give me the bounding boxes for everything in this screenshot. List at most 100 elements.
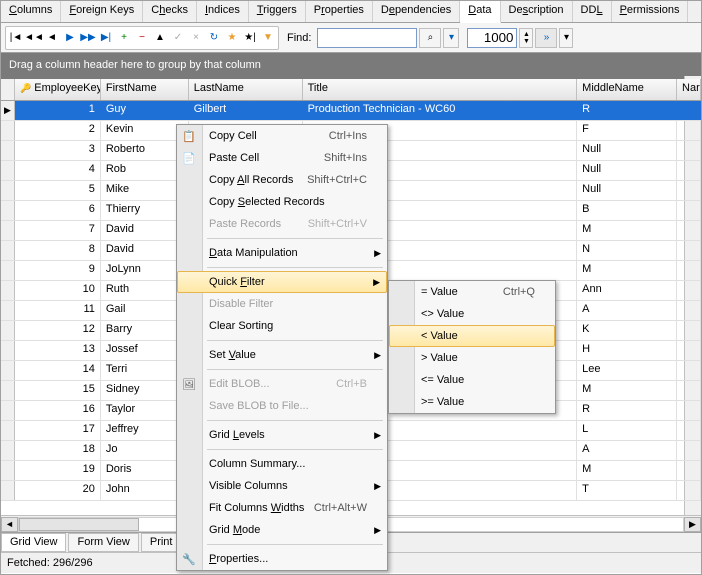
submenu-item-value[interactable]: > Value	[389, 347, 555, 369]
cell-middlename[interactable]: F	[577, 121, 677, 140]
cell-nar[interactable]	[677, 461, 701, 480]
top-tab-indices[interactable]: Indices	[197, 1, 249, 22]
menu-item-copy-selected-records[interactable]: Copy Selected Records	[177, 191, 387, 213]
cell-middlename[interactable]: T	[577, 481, 677, 500]
prev-page-button[interactable]: ◄◄	[25, 28, 43, 48]
cell-key[interactable]: 2	[15, 121, 101, 140]
menu-item-copy-all-records[interactable]: Copy All RecordsShift+Ctrl+C	[177, 169, 387, 191]
cell-nar[interactable]	[677, 161, 701, 180]
find-input[interactable]	[317, 28, 417, 48]
cell-nar[interactable]	[677, 101, 701, 120]
table-row[interactable]: ▶1GuyGilbertProduction Technician - WC60…	[1, 101, 701, 121]
cell-key[interactable]: 3	[15, 141, 101, 160]
cell-middlename[interactable]: H	[577, 341, 677, 360]
submenu-item-value[interactable]: < Value	[389, 325, 555, 347]
cell-middlename[interactable]: Null	[577, 181, 677, 200]
cell-key[interactable]: 15	[15, 381, 101, 400]
menu-item-properties[interactable]: 🔧Properties...	[177, 548, 387, 570]
cell-key[interactable]: 13	[15, 341, 101, 360]
bottom-tab-grid-view[interactable]: Grid View	[1, 533, 66, 552]
top-tab-columns[interactable]: Columns	[1, 1, 61, 22]
cell-nar[interactable]	[677, 341, 701, 360]
menu-item-grid-levels[interactable]: Grid Levels▶	[177, 424, 387, 446]
cell-key[interactable]: 19	[15, 461, 101, 480]
cell-nar[interactable]	[677, 361, 701, 380]
cell-key[interactable]: 11	[15, 301, 101, 320]
cell-key[interactable]: 16	[15, 401, 101, 420]
menu-item-paste-cell[interactable]: 📄Paste CellShift+Ins	[177, 147, 387, 169]
cell-middlename[interactable]: B	[577, 201, 677, 220]
cell-middlename[interactable]: Lee	[577, 361, 677, 380]
cell-key[interactable]: 7	[15, 221, 101, 240]
cell-middlename[interactable]: M	[577, 461, 677, 480]
cell-middlename[interactable]: M	[577, 381, 677, 400]
cell-nar[interactable]	[677, 141, 701, 160]
filter-button[interactable]: ▼	[259, 28, 277, 48]
record-limit-input[interactable]	[467, 28, 517, 48]
column-header-firstname[interactable]: FirstName	[101, 79, 189, 100]
bottom-tab-form-view[interactable]: Form View	[68, 533, 138, 552]
goto-bookmark-button[interactable]: ★|	[241, 28, 259, 48]
cell-nar[interactable]	[677, 421, 701, 440]
cell-nar[interactable]	[677, 201, 701, 220]
cell-nar[interactable]	[677, 261, 701, 280]
cell-middlename[interactable]: N	[577, 241, 677, 260]
bookmark-button[interactable]: ★	[223, 28, 241, 48]
column-header-key[interactable]: 🔑 EmployeeKey	[15, 79, 101, 100]
menu-item-column-summary[interactable]: Column Summary...	[177, 453, 387, 475]
cell-key[interactable]: 17	[15, 421, 101, 440]
cell-nar[interactable]	[677, 221, 701, 240]
cell-key[interactable]: 12	[15, 321, 101, 340]
top-tab-data[interactable]: Data	[460, 1, 500, 23]
submenu-item-value[interactable]: = ValueCtrl+Q	[389, 281, 555, 303]
delete-record-button[interactable]: −	[133, 28, 151, 48]
cell-nar[interactable]	[677, 481, 701, 500]
cell-nar[interactable]	[677, 121, 701, 140]
fetch-next-button[interactable]: »	[535, 28, 557, 48]
menu-item-clear-sorting[interactable]: Clear Sorting	[177, 315, 387, 337]
cell-key[interactable]: 20	[15, 481, 101, 500]
fetch-dropdown-button[interactable]: ▾	[559, 28, 573, 48]
cell-nar[interactable]	[677, 181, 701, 200]
scroll-left-button[interactable]: ◄	[1, 517, 18, 532]
next-page-button[interactable]: ▶▶	[79, 28, 97, 48]
top-tab-checks[interactable]: Checks	[143, 1, 197, 22]
menu-item-set-value[interactable]: Set Value▶	[177, 344, 387, 366]
cell-key[interactable]: 18	[15, 441, 101, 460]
scroll-thumb[interactable]	[19, 518, 139, 531]
prev-record-button[interactable]: ◄	[43, 28, 61, 48]
menu-item-quick-filter[interactable]: Quick Filter▶	[177, 271, 387, 293]
last-record-button[interactable]: ▶|	[97, 28, 115, 48]
top-tab-foreign-keys[interactable]: Foreign Keys	[61, 1, 143, 22]
post-button[interactable]: ✓	[169, 28, 187, 48]
cell-middlename[interactable]: R	[577, 101, 677, 120]
cell-key[interactable]: 1	[15, 101, 101, 120]
cancel-button[interactable]: ×	[187, 28, 205, 48]
column-header-title[interactable]: Title	[303, 79, 578, 100]
cell-nar[interactable]	[677, 381, 701, 400]
cell-nar[interactable]	[677, 281, 701, 300]
cell-nar[interactable]	[677, 401, 701, 420]
edit-button[interactable]: ▲	[151, 28, 169, 48]
cell-key[interactable]: 8	[15, 241, 101, 260]
cell-key[interactable]: 10	[15, 281, 101, 300]
cell-key[interactable]: 6	[15, 201, 101, 220]
cell-middlename[interactable]: Null	[577, 141, 677, 160]
menu-item-visible-columns[interactable]: Visible Columns▶	[177, 475, 387, 497]
scroll-right-button[interactable]: ▶	[684, 517, 701, 532]
cell-middlename[interactable]: K	[577, 321, 677, 340]
column-header-nar[interactable]: Nar	[677, 79, 701, 100]
top-tab-properties[interactable]: Properties	[306, 1, 373, 22]
group-by-bar[interactable]: Drag a column header here to group by th…	[1, 53, 701, 79]
cell-middlename[interactable]: L	[577, 421, 677, 440]
cell-nar[interactable]	[677, 441, 701, 460]
top-tab-triggers[interactable]: Triggers	[249, 1, 306, 22]
cell-key[interactable]: 9	[15, 261, 101, 280]
find-clear-button[interactable]: ⌕	[419, 28, 441, 48]
cell-key[interactable]: 4	[15, 161, 101, 180]
menu-item-data-manipulation[interactable]: Data Manipulation▶	[177, 242, 387, 264]
cell-nar[interactable]	[677, 321, 701, 340]
insert-record-button[interactable]: +	[115, 28, 133, 48]
top-tab-ddl[interactable]: DDL	[573, 1, 612, 22]
cell-middlename[interactable]: Null	[577, 161, 677, 180]
